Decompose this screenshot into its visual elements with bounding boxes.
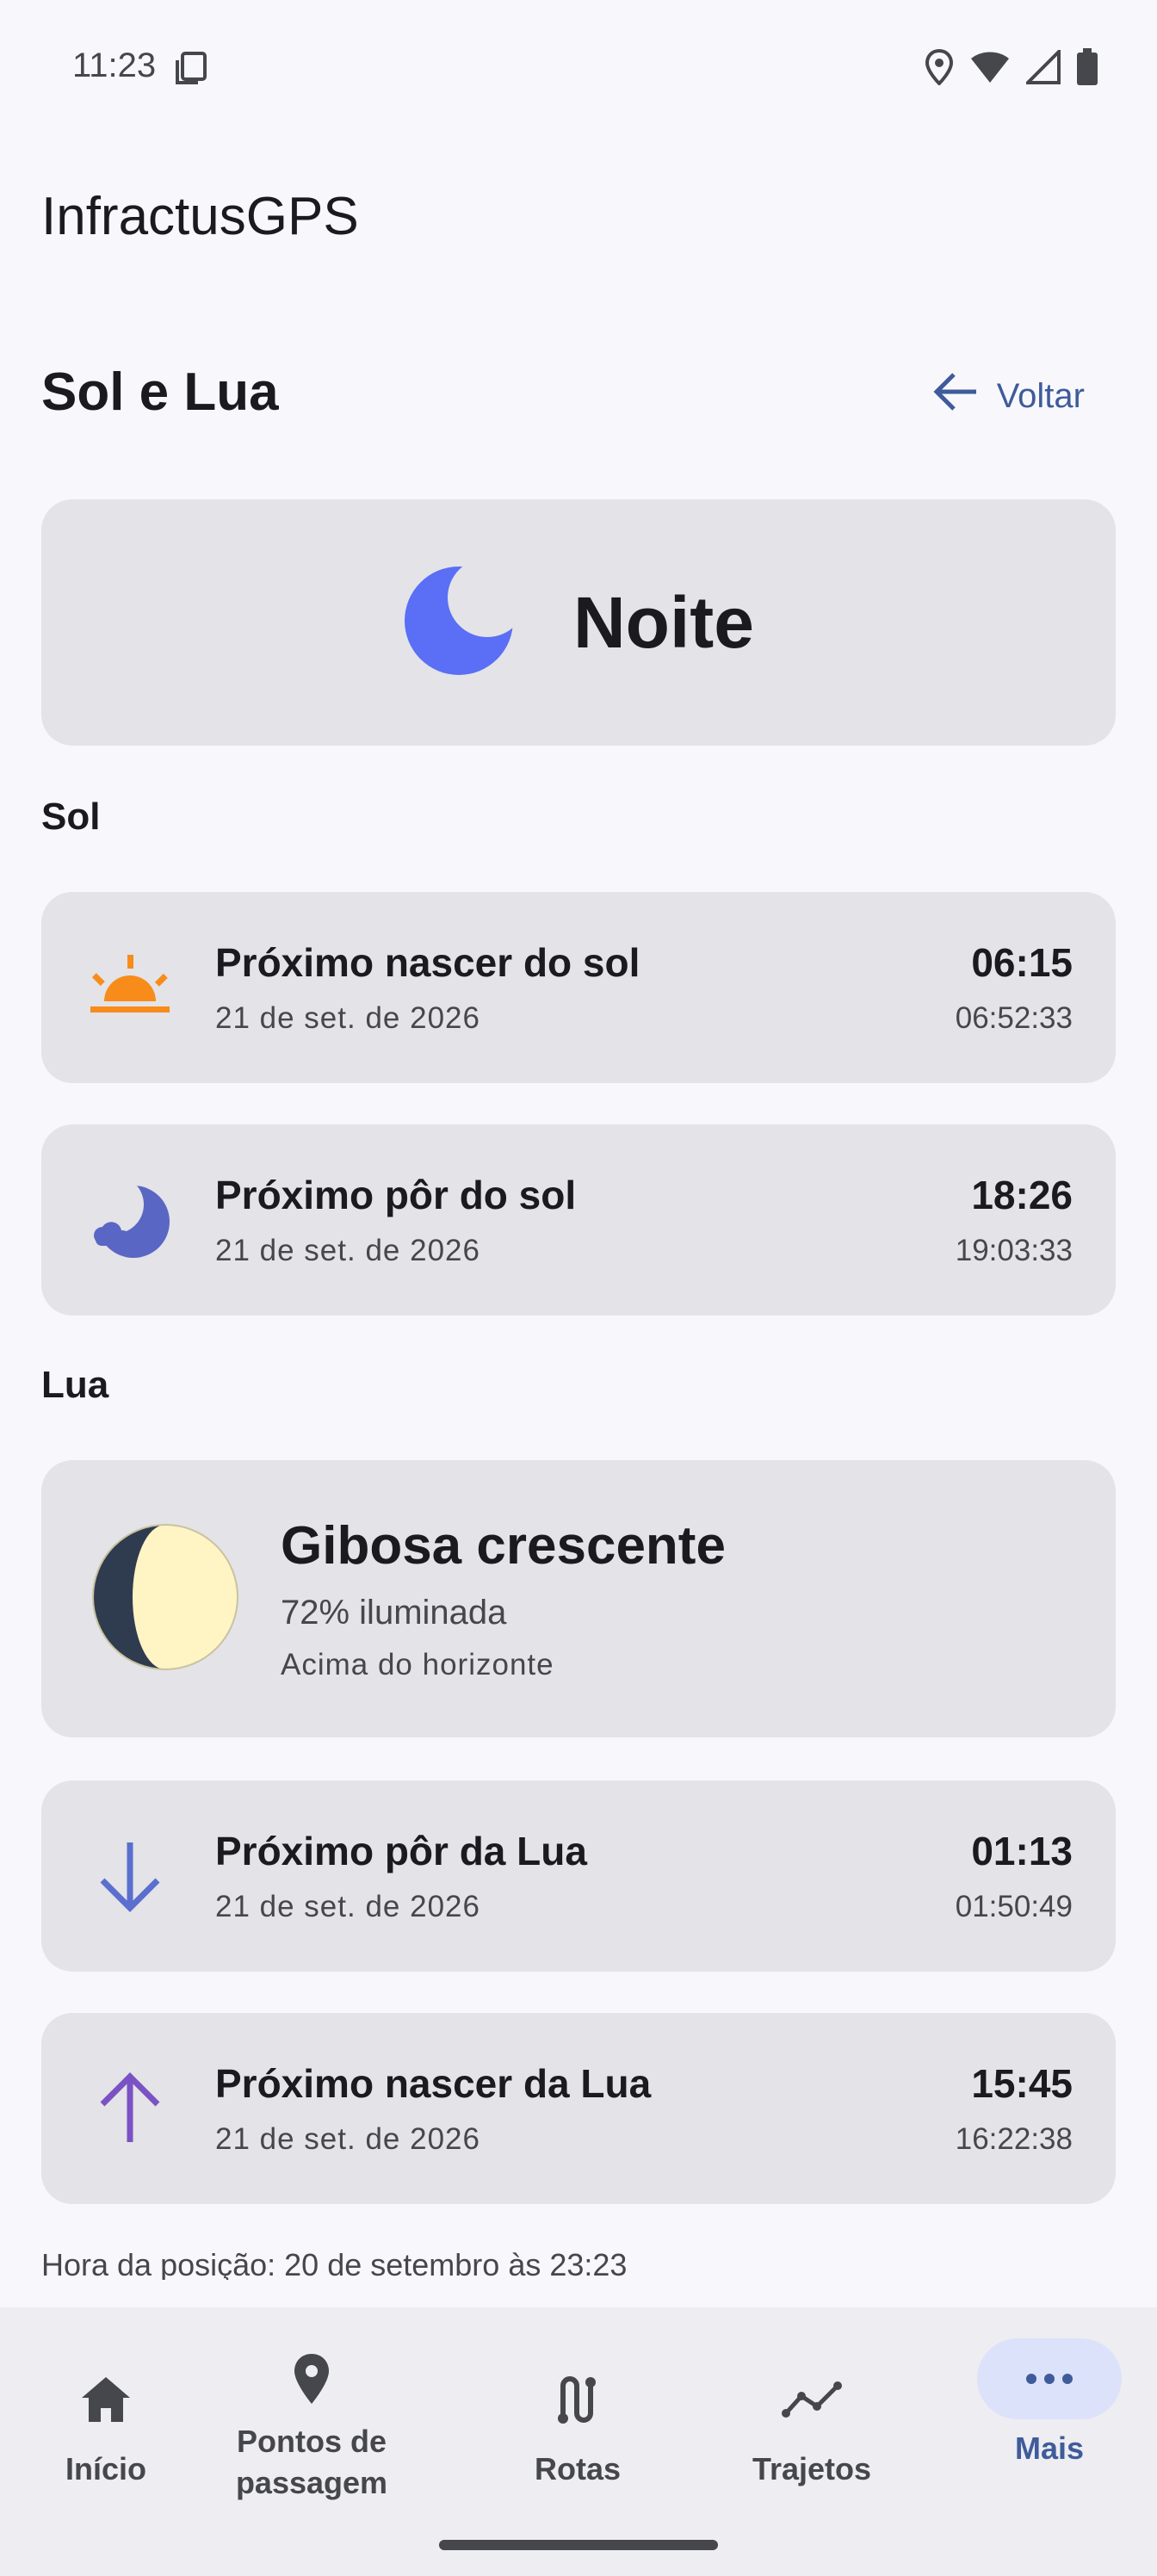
moon-phase-card: Gibosa crescente 72% iluminada Acima do … [41, 1460, 1116, 1737]
sunset-time: 18:26 [971, 1173, 1073, 1217]
moon-phase-title: Gibosa crescente [281, 1516, 726, 1576]
home-indicator[interactable] [439, 2540, 718, 2550]
moonrise-card: Próximo nascer da Lua 21 de set. de 2026… [41, 2013, 1116, 2204]
nav-item-home[interactable]: Início [33, 2307, 179, 2531]
signal-icon [1024, 47, 1061, 89]
app-title: InfractusGPS [41, 187, 359, 246]
moonrise-date: 21 de set. de 2026 [215, 2122, 480, 2156]
more-icon [977, 2338, 1122, 2419]
status-icons [925, 47, 1098, 90]
status-time: 11:23 [72, 46, 157, 84]
screenshot-icon [174, 50, 210, 90]
moonset-card: Próximo pôr da Lua 21 de set. de 2026 01… [41, 1780, 1116, 1972]
moon-phase-icon [91, 1523, 239, 1675]
nav-item-routes[interactable]: Rotas [504, 2307, 651, 2531]
sunrise-date: 21 de set. de 2026 [215, 1001, 480, 1035]
nav-item-more[interactable]: Mais [976, 2307, 1123, 2531]
sunset-date: 21 de set. de 2026 [215, 1234, 480, 1267]
moonset-date: 21 de set. de 2026 [215, 1890, 480, 1923]
night-cloud-icon [84, 1179, 176, 1261]
moon-illumination: 72% iluminada [281, 1594, 507, 1632]
moonrise-time: 15:45 [971, 2061, 1073, 2106]
sunrise-icon [84, 953, 176, 1022]
arrow-back-icon [933, 371, 978, 421]
arrow-up-icon [84, 2071, 176, 2146]
track-icon [739, 2359, 884, 2440]
nav-label-more: Mais [1014, 2430, 1085, 2466]
back-button[interactable]: Voltar [933, 365, 1085, 427]
position-time: Hora da posição: 20 de setembro às 23:23 [41, 2247, 628, 2280]
location-pin-icon [239, 2338, 384, 2419]
sunset-time-secondary: 19:03:33 [955, 1234, 1073, 1267]
moonset-title: Próximo pôr da Lua [215, 1829, 587, 1873]
page-title: Sol e Lua [41, 362, 279, 422]
route-icon [505, 2359, 650, 2440]
moonrise-time-secondary: 16:22:38 [955, 2122, 1073, 2156]
sunrise-time: 06:15 [971, 940, 1073, 985]
bottom-navigation: Início Pontos de passagem Rotas Trajetos… [0, 2307, 1157, 2576]
sunrise-card: Próximo nascer do sol 21 de set. de 2026… [41, 892, 1116, 1083]
status-bar: 11:23 [0, 0, 1157, 138]
day-state-card: Noite [41, 499, 1116, 746]
arrow-down-icon [84, 1839, 176, 1913]
nav-label-routes: Rotas [534, 2451, 622, 2486]
nav-label-home: Início [65, 2451, 146, 2486]
home-icon [34, 2359, 178, 2440]
moonrise-title: Próximo nascer da Lua [215, 2061, 652, 2106]
moonset-time: 01:13 [971, 1829, 1073, 1873]
moon-horizon-status: Acima do horizonte [281, 1648, 554, 1681]
battery-icon [1076, 48, 1098, 90]
wifi-icon [969, 50, 1011, 89]
sunrise-title: Próximo nascer do sol [215, 940, 640, 985]
sun-section-label: Sol [41, 796, 101, 838]
back-label: Voltar [996, 376, 1085, 415]
nav-label-tracks: Trajetos [752, 2451, 872, 2486]
nav-label-waypoints: Pontos de passagem [235, 2424, 388, 2500]
moonset-time-secondary: 01:50:49 [955, 1890, 1073, 1923]
nav-item-tracks[interactable]: Trajetos [739, 2307, 885, 2531]
sunset-title: Próximo pôr do sol [215, 1173, 577, 1217]
moon-icon [403, 565, 515, 681]
sunset-card: Próximo pôr do sol 21 de set. de 2026 18… [41, 1124, 1116, 1316]
location-icon [925, 48, 954, 90]
moon-section-label: Lua [41, 1364, 109, 1406]
day-state-label: Noite [573, 581, 754, 663]
nav-item-waypoints[interactable]: Pontos de passagem [217, 2307, 406, 2531]
sunrise-time-secondary: 06:52:33 [955, 1001, 1073, 1035]
